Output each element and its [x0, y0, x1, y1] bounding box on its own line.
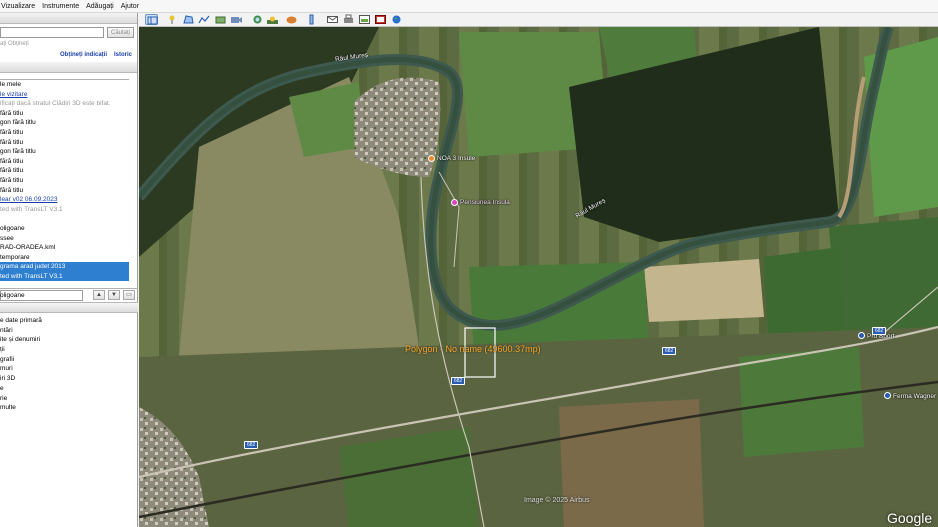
- field-tan: [644, 259, 764, 322]
- path-icon[interactable]: [198, 14, 211, 25]
- move-down-icon[interactable]: ▼: [108, 290, 120, 300]
- polygon-icon[interactable]: [182, 14, 195, 25]
- earth-view-icon[interactable]: [390, 14, 403, 25]
- layer-item[interactable]: multe: [0, 403, 138, 413]
- places-item[interactable]: fără titlu: [0, 128, 129, 138]
- menu-bar: Vizualizare Instrumente Adăugați Ajutor: [0, 0, 938, 13]
- places-item[interactable]: RAD-ORADEA.kml: [0, 243, 129, 253]
- google-logo: Google: [887, 510, 933, 526]
- menu-help[interactable]: Ajutor: [121, 3, 139, 10]
- search-row: Căutați: [0, 24, 137, 40]
- save-image-icon[interactable]: [358, 14, 371, 25]
- places-item[interactable]: ssee: [0, 234, 129, 244]
- ferma-pin-icon[interactable]: [884, 392, 891, 399]
- sport-pin-icon[interactable]: [858, 332, 865, 339]
- layer-item[interactable]: ții: [0, 345, 138, 355]
- places-item[interactable]: grama arad judet 2013: [0, 262, 129, 272]
- layer-item[interactable]: muri: [0, 364, 138, 374]
- places-item[interactable]: le vizitare: [0, 90, 129, 100]
- places-item[interactable]: gon fără titlu: [0, 118, 129, 128]
- places-item[interactable]: fără titlu: [0, 109, 129, 119]
- folder-icon[interactable]: ▭: [123, 290, 135, 300]
- road-badge: 682: [244, 441, 259, 449]
- town-insula: [354, 77, 441, 177]
- layers-panel-header[interactable]: [0, 302, 138, 313]
- move-up-icon[interactable]: ▲: [93, 290, 105, 300]
- places-item[interactable]: [0, 214, 129, 224]
- search-panel-header[interactable]: [0, 13, 137, 24]
- layer-item[interactable]: ntări: [0, 326, 138, 336]
- historical-imagery-icon[interactable]: [251, 14, 264, 25]
- places-item[interactable]: temporare: [0, 253, 129, 263]
- layer-item[interactable]: rie: [0, 394, 138, 404]
- directions-link[interactable]: Obțineți indicații: [60, 52, 107, 58]
- places-item[interactable]: le mele: [0, 80, 129, 90]
- planet-icon[interactable]: [285, 14, 298, 25]
- noa-label[interactable]: NOA 3 Insule: [437, 155, 475, 162]
- sunlight-icon[interactable]: [266, 14, 279, 25]
- layer-item[interactable]: e: [0, 384, 138, 394]
- ruler-icon[interactable]: [305, 14, 318, 25]
- history-link[interactable]: Istoric: [114, 52, 132, 58]
- email-icon[interactable]: [326, 14, 339, 25]
- print-icon[interactable]: [342, 14, 355, 25]
- overlay-icon[interactable]: [214, 14, 227, 25]
- search-links: Obțineți indicații Istoric: [0, 49, 137, 61]
- layer-item[interactable]: iri 3D: [0, 374, 138, 384]
- road-badge: 682: [451, 377, 466, 385]
- menu-tools[interactable]: Instrumente: [42, 3, 79, 10]
- places-tree: le mele le vizitare ificați dacă stratul C…: [0, 79, 129, 288]
- menu-add[interactable]: Adăugați: [86, 3, 114, 10]
- places-item[interactable]: fără titlu: [0, 176, 129, 186]
- road-badge: 682: [662, 347, 677, 355]
- layers-list: e date primară ntări ite și denumiri ții gra…: [0, 316, 138, 413]
- layer-item[interactable]: grafii: [0, 355, 138, 365]
- search-input[interactable]: [0, 27, 104, 38]
- toolbar: [139, 13, 938, 27]
- places-item[interactable]: fără titlu: [0, 157, 129, 167]
- places-item[interactable]: lear v02 06.09.2023: [0, 195, 129, 205]
- menu-view[interactable]: Vizualizare: [1, 3, 35, 10]
- field-green-lower: [739, 347, 864, 457]
- places-item[interactable]: ted with TransLT V3.1: [0, 271, 129, 282]
- places-footer-label: oligoane: [0, 292, 25, 299]
- record-tour-icon[interactable]: [230, 14, 243, 25]
- map-view[interactable]: Râul Mureș Râul Mureș NOA 3 Insule Pensi…: [139, 27, 938, 527]
- layer-item[interactable]: e date primară: [0, 316, 138, 326]
- sidebar-toggle-icon[interactable]: [145, 14, 158, 25]
- places-panel-header[interactable]: [0, 62, 137, 73]
- polygon-label[interactable]: Polygon - No name (49600.37mp): [405, 344, 541, 354]
- search-hint: ați Obțineți: [0, 41, 29, 47]
- search-button[interactable]: Căutați: [107, 27, 134, 38]
- road-badge: 682: [872, 327, 887, 335]
- places-item[interactable]: oligoane: [0, 224, 129, 234]
- ferma-label[interactable]: Ferma Wagner: [893, 393, 936, 400]
- imagery-copyright: Image © 2025 Airbus: [524, 497, 590, 504]
- places-item[interactable]: ted with TransLT V3.1: [0, 205, 129, 215]
- maps-icon[interactable]: [374, 14, 387, 25]
- places-item[interactable]: ificați dacă stratul Clădiri 3D este bif…: [0, 99, 129, 109]
- pension-label[interactable]: Pensiunea Insula: [460, 199, 510, 206]
- layer-item[interactable]: ite și denumiri: [0, 335, 138, 345]
- placemark-icon[interactable]: [166, 14, 179, 25]
- places-item[interactable]: gon fără titlu: [0, 147, 129, 157]
- places-item[interactable]: fără titlu: [0, 138, 129, 148]
- places-item[interactable]: fără titlu: [0, 186, 129, 196]
- places-item[interactable]: fără titlu: [0, 166, 129, 176]
- noa-pin-icon[interactable]: [428, 155, 435, 162]
- satellite-imagery[interactable]: [139, 27, 938, 527]
- pension-pin-icon[interactable]: [451, 199, 458, 206]
